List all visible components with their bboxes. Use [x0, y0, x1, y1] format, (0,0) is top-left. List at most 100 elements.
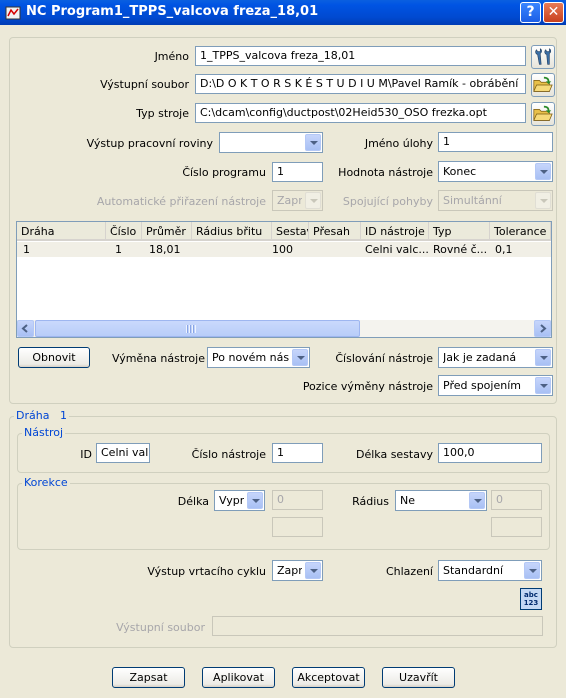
table-cell: 1 — [115, 243, 122, 256]
program-number-label: Číslo programu — [182, 166, 266, 179]
tool-numbering-value: Jak je zadaná — [443, 351, 517, 364]
tool-numbering-label: Číslování nástroje — [335, 352, 433, 365]
column-header[interactable]: Tolerance — [490, 222, 551, 241]
drill-cycle-label: Výstup vrtacího cyklu — [147, 565, 266, 578]
column-header[interactable]: Sestava — [272, 222, 309, 241]
tool-value-value: Konec — [443, 165, 477, 178]
connecting-moves-label: Spojující pohyby — [342, 195, 433, 208]
chevron-down-icon[interactable] — [535, 377, 551, 394]
tool-id-field[interactable]: Celni valc — [96, 443, 150, 463]
coolant-value: Standardní — [443, 564, 504, 577]
table-cell — [312, 242, 361, 257]
column-header[interactable]: ID nástroje — [361, 222, 429, 241]
chevron-right-icon — [540, 324, 547, 333]
tool-number-field[interactable]: 1 — [272, 443, 323, 463]
table-row[interactable]: 1 1 18,01 100 Celni valc... Rovné č... 0… — [17, 242, 551, 257]
open-folder-icon — [533, 76, 553, 92]
scroll-thumb[interactable] — [35, 320, 360, 337]
tool-path-table[interactable]: Dráha Číslo Průměr Rádius břitu Sestava … — [16, 221, 552, 338]
radius-extra-field — [491, 517, 542, 537]
chevron-down-icon[interactable] — [247, 492, 263, 509]
tool-change-select[interactable]: Po novém nástroji — [207, 347, 310, 368]
tool-change-position-value: Před spojením — [443, 379, 521, 392]
work-plane-select[interactable] — [219, 132, 323, 153]
auto-tool-assign-value: Zapnout — [277, 194, 302, 207]
length-mode-select[interactable]: Vypnout — [214, 490, 265, 511]
drill-cycle-select[interactable]: Zapnout — [272, 560, 323, 581]
output-file-label: Výstupní soubor — [100, 78, 189, 91]
write-button[interactable]: Zapsat — [112, 667, 185, 688]
tool-id-label: ID — [80, 448, 92, 461]
coolant-select[interactable]: Standardní — [438, 560, 542, 581]
chevron-left-icon — [21, 324, 28, 333]
refresh-button[interactable]: Obnovit — [18, 347, 90, 368]
nc-program-dialog: NC Program1_TPPS_valcova freza_18,01 ? ✕… — [0, 0, 566, 698]
abc-123-icon: abc 123 — [523, 591, 539, 607]
chevron-down-icon — [305, 192, 321, 209]
work-plane-label: Výstup pracovní roviny — [86, 137, 213, 150]
close-button[interactable]: Uzavřít — [382, 667, 455, 688]
path-group-title: Dráha — [16, 409, 50, 422]
radius-label: Rádius — [352, 495, 389, 508]
help-button[interactable]: ? — [520, 2, 541, 23]
scroll-right-button[interactable] — [534, 320, 551, 337]
table-header: Dráha Číslo Průměr Rádius břitu Sestava … — [17, 222, 551, 241]
spell-check-button[interactable]: abc 123 — [520, 588, 542, 610]
table-cell: Celni valc... — [365, 243, 429, 256]
chevron-down-icon[interactable] — [305, 134, 321, 151]
scroll-left-button[interactable] — [17, 320, 34, 337]
auto-tool-assign-select: Zapnout — [272, 190, 323, 211]
table-cell — [195, 242, 272, 257]
tool-change-value: Po novém nástroji — [212, 351, 289, 364]
name-field[interactable]: 1_TPPS_valcova freza_18,01 — [195, 46, 526, 66]
chevron-down-icon[interactable] — [469, 492, 485, 509]
table-cell: 1 — [23, 243, 30, 256]
chevron-down-icon[interactable] — [535, 349, 551, 366]
chevron-down-icon[interactable] — [535, 163, 551, 180]
horizontal-scrollbar[interactable] — [17, 320, 551, 337]
column-header[interactable]: Dráha — [17, 222, 106, 241]
tool-numbering-select[interactable]: Jak je zadaná — [438, 347, 553, 368]
assembly-length-field[interactable]: 100,0 — [438, 443, 542, 463]
path-output-file-label: Výstupní soubor — [116, 621, 205, 634]
machine-type-field[interactable]: C:\dcam\config\ductpost\02Heid530_OSO fr… — [195, 103, 526, 123]
radius-value-field: 0 — [491, 490, 542, 510]
chevron-down-icon[interactable] — [305, 562, 321, 579]
task-name-label: Jméno úlohy — [364, 137, 433, 150]
tool-change-position-label: Pozice výměny nástroje — [302, 380, 433, 393]
name-label: Jméno — [154, 50, 189, 63]
radius-mode-value: Ne — [400, 494, 415, 507]
output-file-field[interactable]: D:\D O K T O R S K É S T U D I U M\Pavel… — [195, 74, 526, 94]
browse-output-file-button[interactable] — [531, 73, 555, 97]
accept-button[interactable]: Akceptovat — [292, 667, 365, 688]
tools-button[interactable] — [531, 45, 555, 69]
correction-group-label: Korekce — [22, 476, 70, 489]
machine-type-label: Typ stroje — [136, 107, 189, 120]
browse-machine-type-button[interactable] — [531, 102, 555, 126]
chevron-down-icon[interactable] — [524, 562, 540, 579]
column-header[interactable]: Číslo — [106, 222, 142, 241]
window-title: NC Program1_TPPS_valcova freza_18,01 — [26, 4, 319, 19]
length-value-field: 0 — [272, 490, 323, 510]
column-header[interactable]: Přesah — [309, 222, 361, 241]
nc-program-icon — [5, 6, 21, 20]
close-window-button[interactable]: ✕ — [543, 2, 564, 23]
tool-change-label: Výměna nástroje — [111, 352, 205, 365]
column-header[interactable]: Typ — [429, 222, 490, 241]
radius-mode-select[interactable]: Ne — [395, 490, 487, 511]
program-number-field[interactable]: 1 — [272, 162, 323, 182]
length-extra-field — [272, 517, 323, 537]
column-header[interactable]: Průměr — [142, 222, 192, 241]
title-bar[interactable]: NC Program1_TPPS_valcova freza_18,01 ? ✕ — [0, 0, 566, 25]
task-name-field[interactable]: 1 — [438, 132, 553, 152]
tool-value-select[interactable]: Konec — [438, 161, 553, 182]
path-group-label: Dráha 1 — [14, 409, 69, 422]
tool-number-label: Číslo nástroje — [191, 448, 266, 461]
auto-tool-assign-label: Automatické přiřazení nástroje — [96, 195, 266, 208]
column-header[interactable]: Rádius břitu — [192, 222, 272, 241]
tool-change-position-select[interactable]: Před spojením — [438, 375, 553, 396]
table-cell: Rovné č... — [433, 243, 488, 256]
chevron-down-icon[interactable] — [292, 349, 308, 366]
connecting-moves-select: Simultánní — [438, 190, 553, 211]
apply-button[interactable]: Aplikovat — [202, 667, 275, 688]
